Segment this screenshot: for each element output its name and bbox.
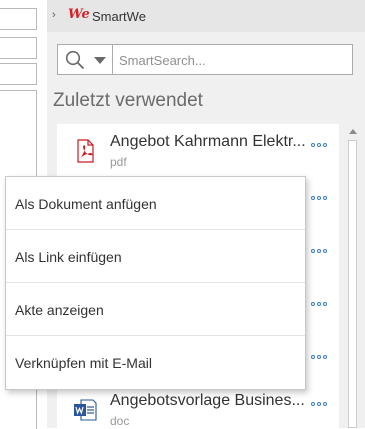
menu-item-attach-document[interactable]: Als Dokument anfügen <box>6 177 305 230</box>
smart-search-box <box>57 44 353 75</box>
menu-item-show-file[interactable]: Akte anzeigen <box>6 283 305 336</box>
menu-item-label: Als Link einfügen <box>15 249 122 265</box>
more-options-icon[interactable] <box>311 194 331 204</box>
more-options-icon[interactable] <box>311 300 331 310</box>
left-input-field-1[interactable] <box>0 8 37 30</box>
pane-header: › We SmartWe <box>47 0 365 32</box>
item-type: doc <box>110 414 130 428</box>
search-divider <box>112 45 113 74</box>
word-document-icon <box>73 398 97 422</box>
more-options-icon[interactable] <box>311 141 331 151</box>
left-input-field-3[interactable] <box>0 63 37 85</box>
collapse-chevron-icon[interactable]: › <box>52 9 56 21</box>
context-menu: Als Dokument anfügen Als Link einfügen A… <box>5 176 306 390</box>
item-type: pdf <box>110 155 127 169</box>
item-title: Angebot Kahrmann Elektr... <box>110 133 306 150</box>
recent-section-title: Zuletzt verwendet <box>53 90 203 111</box>
smartwe-logo: We <box>68 7 90 22</box>
item-title: Angebotsvorlage Busines... <box>110 392 305 409</box>
menu-item-link-email[interactable]: Verknüpfen mit E-Mail <box>6 336 305 389</box>
search-icon[interactable] <box>65 50 87 75</box>
list-scrollbar[interactable] <box>344 124 361 428</box>
search-scope-dropdown-icon[interactable] <box>94 57 106 64</box>
scroll-thumb[interactable] <box>348 140 357 428</box>
more-options-icon[interactable] <box>311 247 331 257</box>
menu-item-label: Akte anzeigen <box>15 302 104 318</box>
smart-search-input[interactable] <box>119 51 344 69</box>
menu-item-insert-link[interactable]: Als Link einfügen <box>6 230 305 283</box>
scroll-up-icon[interactable] <box>349 129 357 134</box>
menu-item-label: Als Dokument anfügen <box>15 196 157 212</box>
more-options-icon[interactable] <box>311 353 331 363</box>
menu-item-label: Verknüpfen mit E-Mail <box>15 355 152 371</box>
list-item[interactable]: Angebot Kahrmann Elektr... pdf <box>57 124 339 177</box>
left-input-field-2[interactable] <box>0 37 37 59</box>
pane-title: SmartWe <box>92 9 146 24</box>
pdf-icon <box>73 139 97 163</box>
more-options-icon[interactable] <box>311 400 331 410</box>
